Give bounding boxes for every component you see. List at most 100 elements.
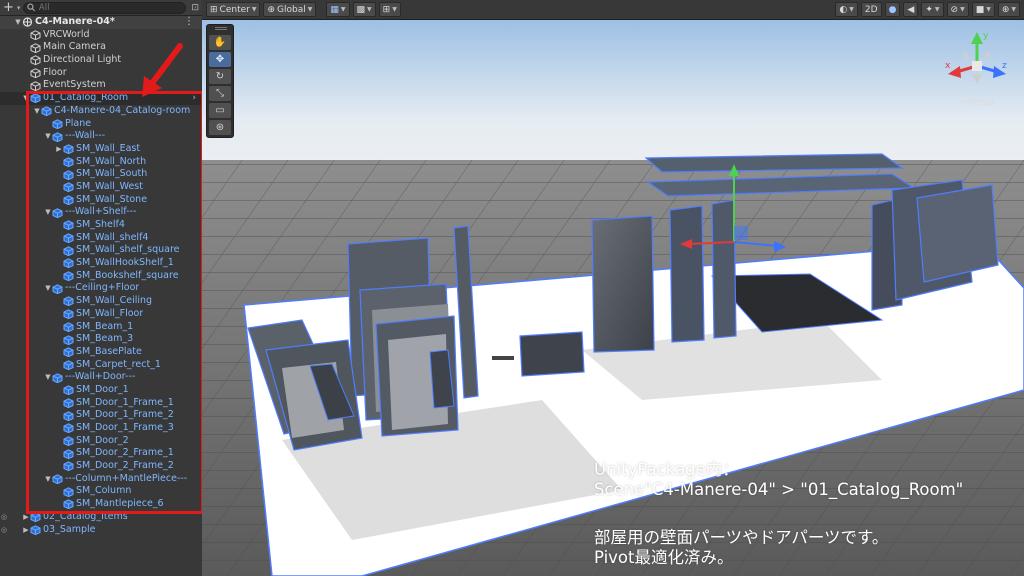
transform-tool[interactable]: ⊛ — [209, 120, 231, 135]
expand-arrow-open-icon[interactable]: ▼ — [44, 282, 52, 295]
prefab-cube-icon — [63, 448, 76, 459]
expand-arrow-open-icon[interactable]: ▼ — [44, 473, 52, 486]
hierarchy-row[interactable]: SM_Carpet_rect_1 — [0, 359, 202, 372]
space-mode-button[interactable]: ⊕ Global ▼ — [263, 2, 317, 17]
hierarchy-row[interactable]: ◎ ▶ 02_Catalog_Items — [0, 511, 202, 524]
hierarchy-row[interactable]: SM_Door_2 — [0, 435, 202, 448]
expand-arrow-closed-icon[interactable]: ▶ — [22, 524, 30, 537]
visibility-icon[interactable]: ◎ — [1, 511, 7, 524]
prefab-cube-icon — [63, 423, 76, 434]
rotate-tool[interactable]: ↻ — [209, 69, 231, 84]
hierarchy-row[interactable]: SM_Wall_South — [0, 168, 202, 181]
hierarchy-row[interactable]: SM_Wall_Ceiling — [0, 295, 202, 308]
add-dropdown-icon[interactable]: ▾ — [17, 4, 21, 12]
hierarchy-row[interactable]: SM_Door_2_Frame_1 — [0, 447, 202, 460]
expand-arrow-closed-icon[interactable]: ▶ — [22, 511, 30, 524]
hierarchy-row[interactable]: SM_Beam_3 — [0, 333, 202, 346]
hierarchy-row[interactable]: SM_Wall_Stone — [0, 194, 202, 207]
draw-mode-button[interactable]: ◐ ▼ — [835, 2, 858, 17]
expand-arrow-open-icon[interactable]: ▼ — [44, 130, 52, 143]
search-input[interactable] — [35, 2, 186, 13]
hierarchy-row[interactable]: EventSystem — [0, 79, 202, 92]
expand-arrow-closed-icon[interactable]: ▶ — [55, 143, 63, 156]
gizmo-center[interactable] — [972, 61, 982, 71]
hierarchy-row[interactable]: SM_Bookshelf_square — [0, 270, 202, 283]
gizmo-neg-x-cone[interactable] — [984, 52, 992, 60]
hierarchy-row-label: SM_Door_2_Frame_2 — [76, 460, 174, 472]
prefab-cube-icon — [63, 195, 76, 205]
unity-scene-icon — [22, 17, 35, 27]
hierarchy-row[interactable]: SM_Door_2_Frame_2 — [0, 460, 202, 473]
expand-arrow-open-icon[interactable]: ▼ — [22, 92, 30, 105]
hierarchy-row[interactable]: Directional Light — [0, 54, 202, 67]
hierarchy-row[interactable]: ▼ ---Wall+Door--- — [0, 371, 202, 384]
hierarchy-row[interactable]: SM_Wall_West — [0, 181, 202, 194]
hierarchy-row[interactable]: SM_Door_1 — [0, 384, 202, 397]
hierarchy-row[interactable]: VRCWorld — [0, 29, 202, 42]
prefab-cube-icon — [63, 436, 76, 447]
gizmo-y-cone[interactable] — [971, 32, 983, 44]
pivot-mode-button[interactable]: ⊞ Center ▼ — [206, 2, 261, 17]
hierarchy-row[interactable]: SM_WallHookShelf_1 — [0, 257, 202, 270]
align-button[interactable]: ⊞ ▼ — [378, 2, 401, 17]
lock-icon[interactable]: ⊡ — [191, 3, 199, 13]
hierarchy-row[interactable]: SM_Wall_Floor — [0, 308, 202, 321]
hierarchy-row[interactable]: SM_Door_1_Frame_1 — [0, 397, 202, 410]
mode-2d-button[interactable]: 2D — [860, 2, 882, 17]
move-gizmo-plane[interactable] — [734, 226, 748, 240]
rotate-icon: ↻ — [215, 71, 225, 82]
hierarchy-row[interactable]: SM_BasePlate — [0, 346, 202, 359]
grid-snap-button[interactable]: ▦ ▼ — [326, 2, 350, 17]
projection-toggle[interactable]: ⇐Persp — [960, 97, 994, 108]
hierarchy-row-label: SM_Door_1 — [76, 383, 129, 395]
hierarchy-row[interactable]: ◎ ▶ 03_Sample — [0, 524, 202, 537]
hierarchy-row[interactable]: SM_Wall_North — [0, 156, 202, 169]
hierarchy-row[interactable]: SM_Mantlepiece_6 — [0, 498, 202, 511]
gizmos-button[interactable]: ⊕ ▼ — [997, 2, 1020, 17]
expand-arrow-open-icon[interactable]: ▼ — [44, 206, 52, 219]
hierarchy-row[interactable]: SM_Shelf4 — [0, 219, 202, 232]
rect-tool[interactable]: ▭ — [209, 103, 231, 118]
hand-tool[interactable]: ✋ — [209, 35, 231, 50]
hierarchy-search[interactable] — [23, 1, 187, 14]
visibility-icon[interactable]: ◎ — [1, 524, 7, 537]
hierarchy-row[interactable]: Main Camera — [0, 41, 202, 54]
expand-arrow-open-icon[interactable]: ▼ — [44, 371, 52, 384]
open-prefab-chevron-icon[interactable]: › — [192, 92, 196, 105]
hierarchy-row[interactable]: ▼ C4-Manere-04_Catalog-room — [0, 105, 202, 118]
hierarchy-row[interactable]: SM_Beam_1 — [0, 321, 202, 334]
hierarchy-row[interactable]: ▼ ---Column+MantlePiece--- — [0, 473, 202, 486]
gizmo-neg-y-cone[interactable] — [972, 74, 982, 84]
prefab-cube-icon — [63, 322, 76, 332]
hierarchy-row[interactable]: SM_Wall_shelf4 — [0, 232, 202, 245]
expand-arrow-open-icon[interactable]: ▼ — [14, 16, 22, 29]
hierarchy-row[interactable]: ▼ ---Wall+Shelf--- — [0, 206, 202, 219]
scene-menu-icon[interactable]: ⋮ — [184, 16, 194, 29]
camera-settings-button[interactable]: ■ ▼ — [971, 2, 995, 17]
audio-toggle[interactable]: ◀ — [903, 2, 919, 17]
hierarchy-row[interactable]: SM_Wall_shelf_square — [0, 244, 202, 257]
overlay-grip[interactable] — [215, 27, 227, 30]
hierarchy-row[interactable]: ▼ ---Wall--- — [0, 130, 202, 143]
gizmo-neg-z-cone[interactable] — [962, 52, 970, 60]
move-tool[interactable]: ✥ — [209, 52, 231, 67]
hierarchy-row[interactable]: ▼ ---Ceiling+Floor — [0, 282, 202, 295]
expand-arrow-open-icon[interactable]: ▼ — [33, 105, 41, 118]
lighting-toggle[interactable]: ● — [884, 2, 901, 17]
hierarchy-row[interactable]: Plane — [0, 118, 202, 131]
snap-increment-button[interactable]: ▩ ▼ — [352, 2, 376, 17]
hierarchy-row[interactable]: SM_Door_1_Frame_2 — [0, 409, 202, 422]
hierarchy-row[interactable]: SM_Column — [0, 485, 202, 498]
effects-button[interactable]: ✦ ▼ — [921, 2, 944, 17]
scene-root-row[interactable]: ▼ C4-Manere-04* ⋮ — [0, 16, 202, 29]
add-object-icon[interactable]: + — [3, 0, 14, 15]
hierarchy-row[interactable]: ▼ 01_Catalog_Room › — [0, 92, 202, 105]
orientation-gizmo[interactable]: y x z — [942, 28, 1012, 98]
hierarchy-row[interactable]: ▶ SM_Wall_East — [0, 143, 202, 156]
scale-tool[interactable]: ⤡ — [209, 86, 231, 101]
hierarchy-row[interactable]: SM_Door_1_Frame_3 — [0, 422, 202, 435]
gameobject-cube-icon — [30, 68, 43, 79]
hierarchy-row[interactable]: Floor — [0, 67, 202, 80]
visibility-toggle[interactable]: ⊘ ▼ — [946, 2, 969, 17]
prefab-cube-icon — [63, 233, 76, 244]
